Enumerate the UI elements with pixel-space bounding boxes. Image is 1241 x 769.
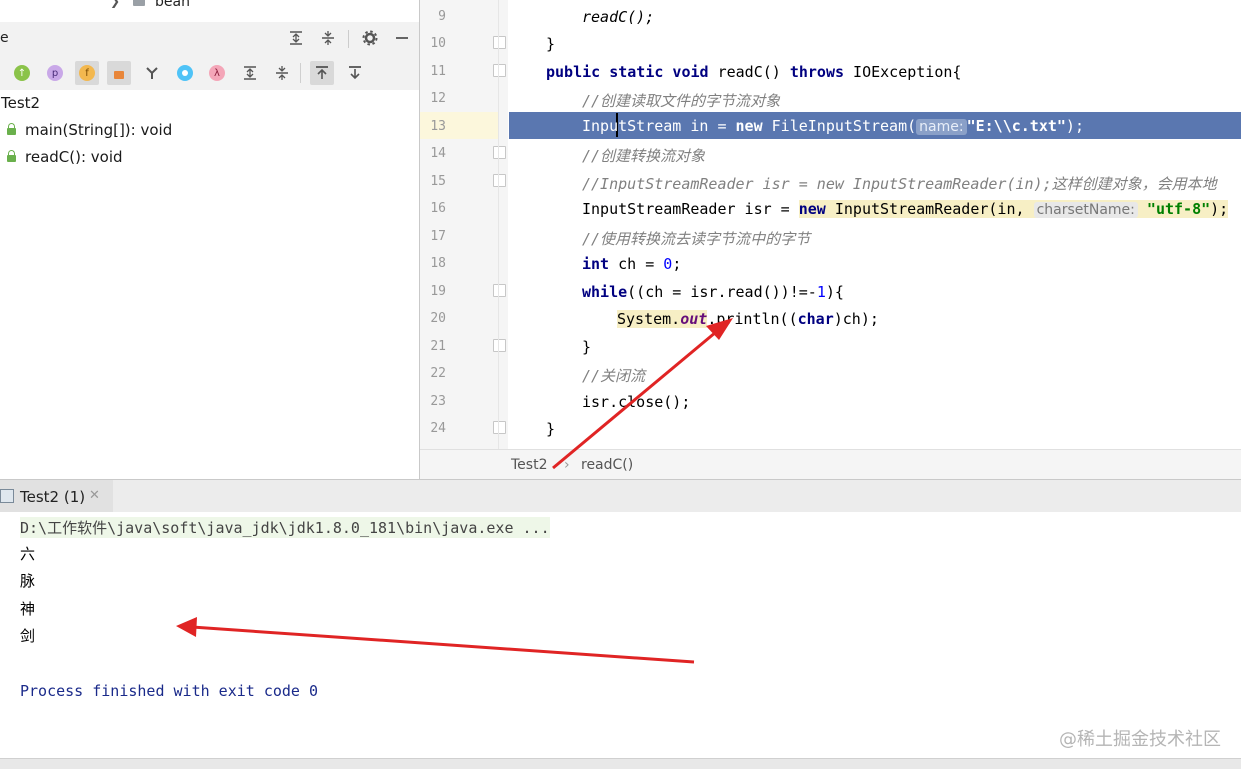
code-line-12: //创建读取文件的字节流对象 xyxy=(582,92,781,110)
structure-header: e xyxy=(0,22,419,56)
line-number: 9 xyxy=(438,9,446,24)
run-config-icon xyxy=(0,489,14,503)
fold-marker-icon[interactable] xyxy=(493,64,506,77)
line-number: 13 xyxy=(430,119,446,134)
run-console[interactable]: D:\工作软件\java\soft\java_jdk\jdk1.8.0_181\… xyxy=(0,512,1241,758)
expand-all-icon[interactable] xyxy=(285,27,307,49)
package-icon xyxy=(133,0,145,6)
code-line-16: InputStreamReader isr = new InputStreamR… xyxy=(582,200,1229,218)
code-line-20: System.out.println((char)ch); xyxy=(617,310,879,328)
code-editor[interactable]: 9 10 11 12 13 14 15 16 17 18 19 20 21 22… xyxy=(420,0,1241,449)
run-tab-label: Test2 (1) xyxy=(20,488,86,506)
watermark: @稀土掘金技术社区 xyxy=(1059,729,1221,750)
code-line-24: } xyxy=(546,420,556,438)
line-number: 24 xyxy=(430,421,446,436)
console-command: D:\工作软件\java\soft\java_jdk\jdk1.8.0_181\… xyxy=(20,517,550,538)
code-line-22: //关闭流 xyxy=(582,367,646,385)
code-line-18: int ch = 0; xyxy=(582,255,682,273)
member-readc[interactable]: readC(): void xyxy=(25,148,123,166)
run-tab-bar: Test2 (1) ✕ xyxy=(0,479,1241,514)
code-line-10: } xyxy=(546,35,556,53)
autoscroll-from-source-icon[interactable] xyxy=(343,61,367,85)
hierarchy-icon[interactable] xyxy=(140,61,164,85)
fold-marker-icon[interactable] xyxy=(493,421,506,434)
fold-marker-icon[interactable] xyxy=(493,36,506,49)
circle-icon[interactable] xyxy=(173,61,197,85)
breadcrumb: Test2 › readC() xyxy=(420,449,1241,480)
fold-marker-icon[interactable] xyxy=(493,174,506,187)
line-number: 16 xyxy=(430,201,446,216)
tab-run-test2[interactable]: Test2 (1) ✕ xyxy=(0,480,113,513)
console-exit-status: Process finished with exit code 0 xyxy=(20,682,319,700)
structure-panel: ❯ bean e ↑ p f λ Test2 main(String[]): v… xyxy=(0,0,420,479)
code-line-21: } xyxy=(582,338,592,356)
breadcrumb-item-method[interactable]: readC() xyxy=(581,457,633,473)
code-line-13: InputStream in = new FileInputStream(nam… xyxy=(582,117,1084,135)
line-number: 15 xyxy=(430,174,446,189)
code-line-17: //使用转换流去读字节流中的字节 xyxy=(582,230,811,248)
fold-marker-icon[interactable] xyxy=(493,284,506,297)
member-main[interactable]: main(String[]): void xyxy=(25,121,172,139)
gear-icon[interactable] xyxy=(359,27,381,49)
inherited-icon[interactable]: ↑ xyxy=(10,61,34,85)
expand-all-icon[interactable] xyxy=(238,61,262,85)
breadcrumb-item-class[interactable]: Test2 xyxy=(511,457,547,473)
lock-icon[interactable] xyxy=(107,61,131,85)
minimize-icon[interactable] xyxy=(391,27,413,49)
collapse-all-icon[interactable] xyxy=(317,27,339,49)
line-number: 14 xyxy=(430,146,446,161)
editor-gutter: 9 10 11 12 13 14 15 16 17 18 19 20 21 22… xyxy=(420,0,508,449)
line-number: 23 xyxy=(430,394,446,409)
line-number: 17 xyxy=(430,229,446,244)
panel-title: e xyxy=(0,30,9,46)
console-output-line: 六 xyxy=(20,545,36,563)
line-number: 21 xyxy=(430,339,446,354)
code-line-15: //InputStreamReader isr = new InputStrea… xyxy=(582,175,1217,193)
chevron-right-icon[interactable]: ❯ xyxy=(110,0,120,8)
method-lock-icon xyxy=(7,150,16,162)
line-number: 12 xyxy=(430,91,446,106)
line-number: 18 xyxy=(430,256,446,271)
collapse-all-icon[interactable] xyxy=(270,61,294,85)
autoscroll-to-source-icon[interactable] xyxy=(310,61,334,85)
structure-toolbar: ↑ p f λ xyxy=(0,55,419,91)
code-line-11: public static void readC() throws IOExce… xyxy=(546,63,962,81)
console-output-line: 神 xyxy=(20,600,36,618)
line-number: 11 xyxy=(430,64,446,79)
fold-marker-icon[interactable] xyxy=(493,146,506,159)
tree-item-bean[interactable]: bean xyxy=(155,0,190,10)
close-icon[interactable]: ✕ xyxy=(89,488,100,503)
console-output-line: 剑 xyxy=(20,627,36,645)
code-line-14: //创建转换流对象 xyxy=(582,147,706,165)
line-number: 20 xyxy=(430,311,446,326)
code-line-19: while((ch = isr.read())!=-1){ xyxy=(582,283,844,301)
console-output-line: 脉 xyxy=(20,572,36,590)
project-tree-strip: ❯ bean xyxy=(0,0,419,22)
class-node[interactable]: Test2 xyxy=(1,94,40,112)
line-number: 22 xyxy=(430,366,446,381)
field-icon[interactable]: f xyxy=(75,61,99,85)
status-bar xyxy=(0,758,1241,769)
breadcrumb-separator: › xyxy=(564,457,570,473)
property-icon[interactable]: p xyxy=(43,61,67,85)
fold-marker-icon[interactable] xyxy=(493,339,506,352)
code-line-23: isr.close(); xyxy=(582,393,691,411)
structure-tree: Test2 main(String[]): void readC(): void xyxy=(0,90,419,479)
code-line-9: readC(); xyxy=(582,8,655,26)
line-number: 10 xyxy=(430,36,446,51)
method-lock-icon xyxy=(7,123,16,135)
lambda-icon[interactable]: λ xyxy=(205,61,229,85)
line-number: 19 xyxy=(430,284,446,299)
